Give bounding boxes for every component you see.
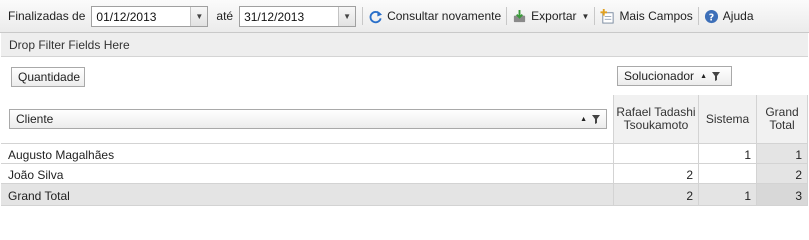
row-grand-total-cell: 1 xyxy=(757,144,808,164)
export-button[interactable]: Exportar ▼ xyxy=(512,9,589,24)
toolbar-separator xyxy=(362,7,364,25)
toolbar-separator xyxy=(506,7,508,25)
row-field-cliente[interactable]: Cliente ▲ xyxy=(9,109,607,129)
row-grand-total-cell: 2 xyxy=(757,164,808,184)
date-to-dropdown-icon[interactable]: ▼ xyxy=(338,6,356,26)
row-field-label: Cliente xyxy=(16,112,54,126)
grand-total-cell: 1 xyxy=(699,184,757,206)
table-row: João Silva 2 2 xyxy=(1,164,808,184)
date-from-dropdown-icon[interactable]: ▼ xyxy=(190,6,208,26)
more-fields-button[interactable]: Mais Campos xyxy=(600,8,693,24)
column-field-label: Solucionador xyxy=(624,69,695,83)
svg-text:?: ? xyxy=(709,12,714,23)
row-header[interactable]: João Silva xyxy=(1,164,614,184)
grand-total-row-label: Grand Total xyxy=(1,184,614,206)
toolbar-separator xyxy=(697,7,699,25)
refresh-label: Consultar novamente xyxy=(387,9,502,23)
grand-total-row: Grand Total 2 1 3 xyxy=(1,184,808,206)
filter-drop-area[interactable]: Drop Filter Fields Here xyxy=(1,33,808,57)
data-cell: 2 xyxy=(614,164,699,184)
data-cell: 1 xyxy=(699,144,757,164)
row-header[interactable]: Augusto Magalhães xyxy=(1,144,614,164)
more-fields-label: Mais Campos xyxy=(619,9,693,23)
filter-drop-label: Drop Filter Fields Here xyxy=(9,38,130,52)
grand-total-cell: 2 xyxy=(614,184,699,206)
refresh-button[interactable]: Consultar novamente xyxy=(368,9,501,24)
add-fields-icon xyxy=(600,8,615,24)
date-from-field[interactable]: 01/12/2013 ▼ xyxy=(91,5,209,27)
filter-icon[interactable] xyxy=(592,114,600,124)
until-label: até xyxy=(216,9,234,23)
filter-icon[interactable] xyxy=(712,71,720,81)
row-area-header: Cliente ▲ xyxy=(1,95,614,144)
data-cell xyxy=(614,144,699,164)
data-field-quantidade[interactable]: Quantidade xyxy=(11,67,85,87)
table-row: Augusto Magalhães 1 1 xyxy=(1,144,808,164)
finalized-from-label: Finalizadas de xyxy=(8,9,86,23)
chevron-down-icon: ▼ xyxy=(581,11,590,21)
data-cell xyxy=(699,164,757,184)
help-label: Ajuda xyxy=(722,9,754,23)
data-field-label: Quantidade xyxy=(18,70,81,84)
grand-total-overall-cell: 3 xyxy=(757,184,808,206)
date-to-value[interactable]: 31/12/2013 xyxy=(240,7,338,26)
sort-ascending-icon: ▲ xyxy=(580,115,587,123)
column-field-solucionador[interactable]: Solucionador ▲ xyxy=(617,66,732,86)
help-icon: ? xyxy=(704,9,719,24)
export-icon xyxy=(512,9,527,24)
date-from-value[interactable]: 01/12/2013 xyxy=(92,7,190,26)
export-label: Exportar xyxy=(531,9,577,23)
pivot-header-row: Cliente ▲ Rafael Tadashi Tsoukamoto Sist… xyxy=(1,95,808,144)
column-header[interactable]: Rafael Tadashi Tsoukamoto xyxy=(614,95,699,144)
toolbar-separator xyxy=(594,7,596,25)
refresh-icon xyxy=(368,9,383,24)
toolbar: Finalizadas de 01/12/2013 ▼ até 31/12/20… xyxy=(0,0,809,33)
date-to-field[interactable]: 31/12/2013 ▼ xyxy=(239,5,357,27)
column-header[interactable]: Sistema xyxy=(699,95,757,144)
sort-ascending-icon: ▲ xyxy=(700,72,707,80)
help-button[interactable]: ? Ajuda xyxy=(704,9,754,24)
grand-total-column-header: Grand Total xyxy=(757,95,808,144)
